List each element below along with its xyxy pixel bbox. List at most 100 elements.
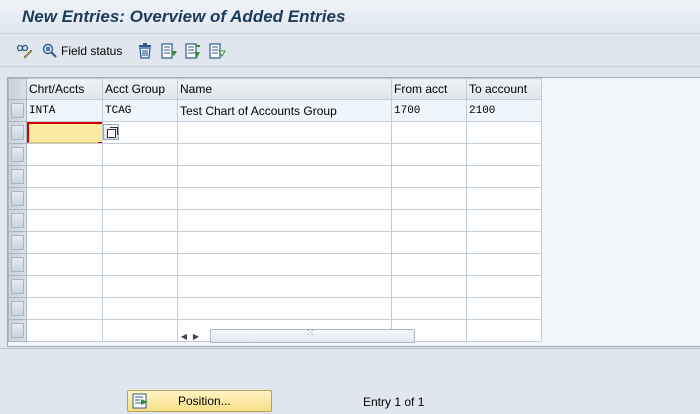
name-cell[interactable] <box>177 143 392 166</box>
column-header-from-acct[interactable]: From acct <box>391 78 467 100</box>
acct-group-cell[interactable] <box>102 297 178 320</box>
column-header-to-account[interactable]: To account <box>466 78 542 100</box>
select-all-rows-button[interactable] <box>8 78 27 100</box>
column-header-chrt-accts[interactable]: Chrt/Accts <box>26 78 103 100</box>
horizontal-scrollbar[interactable]: ◀ ▶ <box>178 328 700 344</box>
acct-group-cell[interactable] <box>102 231 178 254</box>
table-row <box>8 209 542 232</box>
position-icon <box>132 393 150 409</box>
title-bar: New Entries: Overview of Added Entries <box>0 0 700 34</box>
from-acct-cell[interactable] <box>391 297 467 320</box>
column-header-acct-group[interactable]: Acct Group <box>102 78 178 100</box>
table-control: Chrt/Accts Acct Group Name From acct To … <box>7 77 700 347</box>
field-status-icon <box>41 42 59 60</box>
name-cell[interactable] <box>177 187 392 210</box>
table-row <box>8 297 542 320</box>
to-account-cell[interactable] <box>466 121 542 144</box>
delete-button[interactable] <box>136 40 154 62</box>
field-status-button[interactable]: Field status <box>41 40 122 62</box>
row-selector[interactable] <box>8 187 27 210</box>
to-account-cell[interactable] <box>466 187 542 210</box>
position-button[interactable]: Position... <box>127 390 272 412</box>
select-all-button[interactable] <box>160 40 178 62</box>
acct-group-cell[interactable] <box>102 143 178 166</box>
chrt-accts-cell[interactable] <box>26 275 103 298</box>
from-acct-cell[interactable] <box>391 231 467 254</box>
chrt-accts-input[interactable] <box>27 122 102 143</box>
deselect-all-button[interactable] <box>208 40 227 62</box>
from-acct-cell[interactable] <box>391 187 467 210</box>
to-account-cell[interactable] <box>466 275 542 298</box>
scroll-left-icon[interactable]: ◀ <box>178 329 190 343</box>
scrollbar-thumb[interactable] <box>210 328 415 343</box>
scroll-right-icon[interactable]: ▶ <box>190 329 202 343</box>
chrt-accts-cell[interactable] <box>26 319 103 342</box>
acct-group-cell[interactable] <box>102 253 178 276</box>
table-row <box>8 187 542 210</box>
name-cell[interactable] <box>177 297 392 320</box>
to-account-cell[interactable]: 2100 <box>466 99 542 122</box>
acct-group-input-cell[interactable] <box>102 121 178 144</box>
chrt-accts-cell[interactable]: INTA <box>26 99 103 122</box>
from-acct-cell[interactable] <box>391 165 467 188</box>
table-row: INTA TCAG Test Chart of Accounts Group 1… <box>8 99 542 122</box>
select-block-button[interactable] <box>184 40 202 62</box>
name-cell[interactable] <box>177 209 392 232</box>
display-change-button[interactable] <box>15 40 33 62</box>
deselect-all-icon <box>208 42 227 60</box>
from-acct-cell[interactable]: 1700 <box>391 99 467 122</box>
name-cell[interactable]: Test Chart of Accounts Group <box>177 99 392 122</box>
chrt-accts-input-cell[interactable] <box>26 121 103 144</box>
acct-group-cell[interactable] <box>102 165 178 188</box>
acct-group-cell[interactable]: TCAG <box>102 99 178 122</box>
row-selector[interactable] <box>8 99 27 122</box>
to-account-cell[interactable] <box>466 209 542 232</box>
chrt-accts-cell[interactable] <box>26 209 103 232</box>
chrt-accts-cell[interactable] <box>26 165 103 188</box>
chrt-accts-cell[interactable] <box>26 253 103 276</box>
to-account-cell[interactable] <box>466 165 542 188</box>
application-toolbar: Field status <box>0 35 700 67</box>
field-status-label: Field status <box>61 43 123 58</box>
row-selector[interactable] <box>8 165 27 188</box>
row-selector[interactable] <box>8 209 27 232</box>
row-selector[interactable] <box>8 231 27 254</box>
to-account-cell[interactable] <box>466 143 542 166</box>
to-account-cell[interactable] <box>466 253 542 276</box>
acct-group-cell[interactable] <box>102 209 178 232</box>
select-block-icon <box>184 42 202 60</box>
from-acct-cell[interactable] <box>391 143 467 166</box>
name-cell[interactable] <box>177 231 392 254</box>
from-acct-cell[interactable] <box>391 275 467 298</box>
chrt-accts-cell[interactable] <box>26 231 103 254</box>
name-cell[interactable] <box>177 253 392 276</box>
name-cell[interactable] <box>177 165 392 188</box>
row-selector[interactable] <box>8 143 27 166</box>
chrt-accts-cell[interactable] <box>26 187 103 210</box>
row-selector[interactable] <box>8 253 27 276</box>
row-selector[interactable] <box>8 121 27 144</box>
name-cell[interactable] <box>177 121 392 144</box>
select-all-icon <box>160 42 178 60</box>
value-help-icon[interactable] <box>103 124 119 140</box>
acct-group-cell[interactable] <box>102 275 178 298</box>
row-selector[interactable] <box>8 297 27 320</box>
chrt-accts-cell[interactable] <box>26 297 103 320</box>
table-row <box>8 143 542 166</box>
row-selector[interactable] <box>8 319 27 342</box>
display-change-icon <box>15 42 33 60</box>
from-acct-cell[interactable] <box>391 253 467 276</box>
acct-group-cell[interactable] <box>102 319 178 342</box>
position-button-label: Position... <box>178 394 231 408</box>
name-cell[interactable] <box>177 275 392 298</box>
to-account-cell[interactable] <box>466 297 542 320</box>
table-row <box>8 165 542 188</box>
row-selector[interactable] <box>8 275 27 298</box>
acct-group-cell[interactable] <box>102 187 178 210</box>
chrt-accts-cell[interactable] <box>26 143 103 166</box>
entries-table: Chrt/Accts Acct Group Name From acct To … <box>8 78 542 342</box>
from-acct-cell[interactable] <box>391 121 467 144</box>
from-acct-cell[interactable] <box>391 209 467 232</box>
to-account-cell[interactable] <box>466 231 542 254</box>
column-header-name[interactable]: Name <box>177 78 392 100</box>
